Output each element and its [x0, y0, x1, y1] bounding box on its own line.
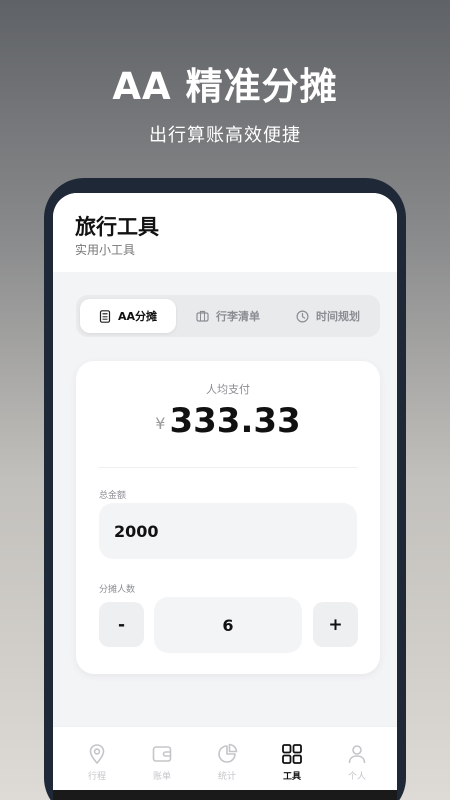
- aa-calculator-card: 人均支付 ¥333.33 总金额 分摊人数 - 6 +: [76, 361, 380, 674]
- tab-label: 时间规划: [316, 310, 360, 323]
- page-subtitle: 实用小工具: [75, 243, 136, 257]
- total-amount-input[interactable]: [99, 503, 357, 559]
- tab-label: 行李清单: [216, 310, 260, 323]
- per-person-label: 人均支付: [206, 383, 250, 396]
- nav-label: 工具: [282, 772, 301, 782]
- nav-label: 统计: [217, 772, 236, 782]
- nav-label: 行程: [87, 772, 106, 782]
- nav-item-profile[interactable]: 个人: [332, 743, 382, 782]
- tab-aa-split[interactable]: AA分摊: [80, 299, 176, 333]
- page-title: 旅行工具: [75, 215, 159, 239]
- people-count-label: 分摊人数: [99, 585, 136, 595]
- pie-chart-icon: [218, 743, 238, 763]
- nav-label: 个人: [347, 772, 366, 782]
- app-header: 旅行工具 实用小工具: [53, 193, 397, 272]
- promo-subtitle: 出行算账高效便捷: [149, 125, 301, 146]
- increment-button[interactable]: +: [313, 602, 358, 647]
- wallet-icon: [152, 746, 172, 762]
- nav-item-itinerary[interactable]: 行程: [72, 743, 122, 782]
- phone-bottom-bar: [53, 790, 397, 800]
- decrement-button[interactable]: -: [99, 602, 144, 647]
- people-count-value[interactable]: 6: [154, 597, 302, 653]
- per-person-amount: ¥333.33: [76, 401, 380, 441]
- nav-item-stats[interactable]: 统计: [202, 743, 252, 782]
- tab-time-planning[interactable]: 时间规划: [280, 299, 376, 333]
- tab-label: AA分摊: [117, 310, 158, 323]
- promo-title: AA 精准分摊: [112, 65, 338, 108]
- nav-item-tools[interactable]: 工具: [267, 743, 317, 782]
- briefcase-icon: [196, 310, 209, 322]
- calculator-icon: [99, 309, 111, 323]
- app-screen: 旅行工具 实用小工具 AA分摊 行李清单 时间规划 人均支付 ¥ 333.33 …: [53, 193, 397, 800]
- divider: [98, 467, 358, 468]
- bottom-nav: 行程 账单 统计 工具 个人: [53, 726, 397, 800]
- person-icon: [348, 745, 366, 764]
- tool-tabs: AA分摊 行李清单 时间规划: [76, 295, 380, 337]
- grid-icon: [282, 744, 302, 764]
- nav-label: 账单: [152, 772, 171, 782]
- per-person-value: 333.33: [169, 401, 301, 441]
- location-pin-icon: [89, 744, 105, 765]
- currency-symbol: ¥: [155, 414, 166, 433]
- nav-item-bills[interactable]: 账单: [137, 743, 187, 782]
- clock-icon: [296, 309, 309, 323]
- tab-luggage-list[interactable]: 行李清单: [180, 299, 276, 333]
- total-amount-label: 总金额: [99, 491, 127, 501]
